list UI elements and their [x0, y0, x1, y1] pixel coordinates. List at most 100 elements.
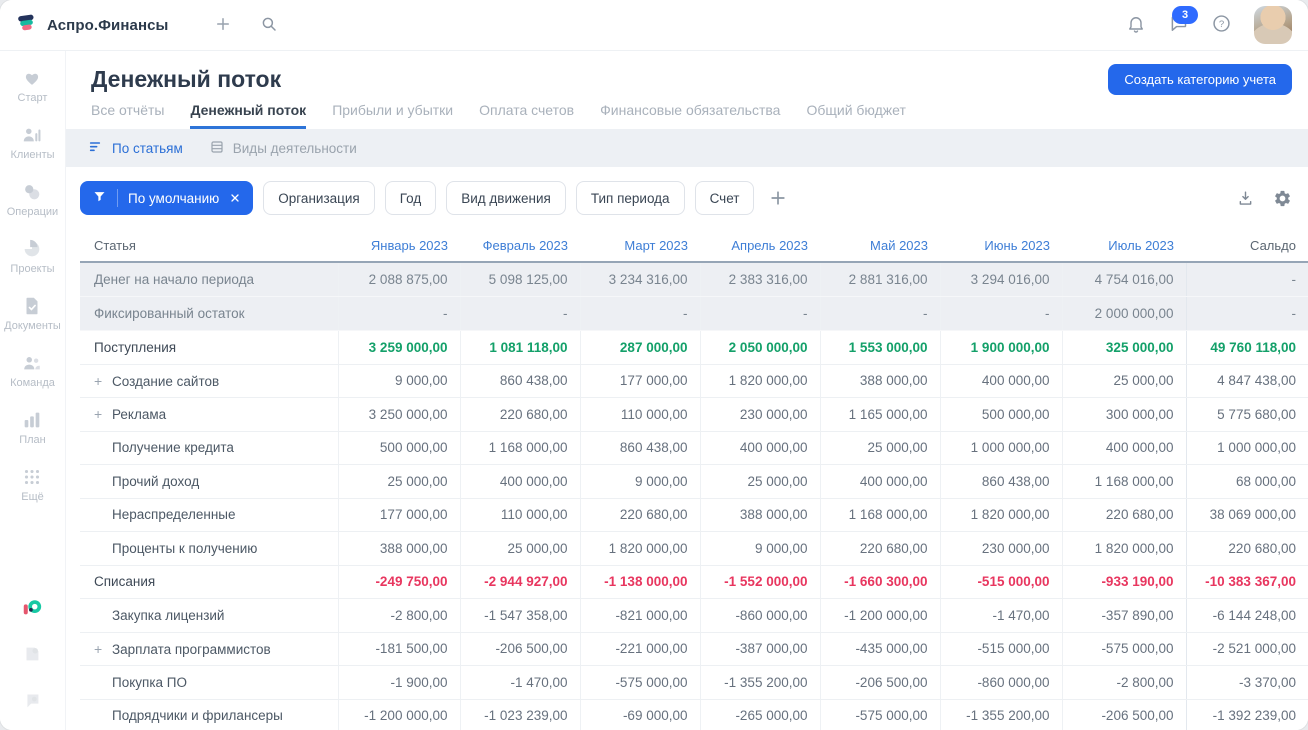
- column-header-month[interactable]: Январь 2023: [338, 229, 460, 263]
- cell-value: -2 800,00: [1061, 665, 1186, 700]
- sidebar-item-documents[interactable]: Документы: [4, 295, 61, 332]
- cell-value: 1 553 000,00: [819, 330, 940, 365]
- app-grayscale-icon-2[interactable]: [21, 689, 45, 713]
- add-button[interactable]: [214, 15, 232, 36]
- notifications-button[interactable]: [1126, 14, 1146, 37]
- create-category-button[interactable]: Создать категорию учета: [1108, 64, 1292, 95]
- cell-value: -357 890,00: [1061, 598, 1186, 633]
- cell-value: -1 355 200,00: [939, 699, 1062, 730]
- preset-divider: [117, 189, 118, 207]
- cell-value: -387 000,00: [699, 632, 820, 666]
- download-icon[interactable]: [1236, 189, 1255, 208]
- cell-value: -69 000,00: [579, 699, 700, 730]
- row-label[interactable]: + Создание сайтов: [80, 364, 338, 398]
- cell-value: 9 000,00: [699, 531, 820, 566]
- app-grayscale-icon-1[interactable]: [21, 643, 45, 667]
- cell-value: 400 000,00: [939, 364, 1062, 398]
- tab-2[interactable]: Прибыли и убытки: [332, 102, 453, 129]
- cell-value: 287 000,00: [579, 330, 700, 365]
- subtab-1[interactable]: Виды деятельности: [209, 139, 357, 158]
- cell-value: -265 000,00: [699, 699, 820, 730]
- sidebar-item-label: Старт: [17, 92, 48, 104]
- filter-chip-3[interactable]: Тип периода: [575, 181, 685, 215]
- row-label[interactable]: + Реклама: [80, 397, 338, 432]
- cell-value: 9 000,00: [337, 364, 460, 398]
- gear-icon[interactable]: [1273, 189, 1292, 208]
- sidebar-item-projects[interactable]: Проекты: [4, 238, 61, 275]
- cell-value: 25 000,00: [699, 464, 820, 499]
- table-row: + Зарплата программистов -181 500,00 -206 5…: [80, 632, 1308, 666]
- sidebar-item-operations[interactable]: Операции: [4, 181, 61, 218]
- column-header-month[interactable]: Май 2023: [820, 229, 940, 263]
- user-avatar[interactable]: [1254, 6, 1292, 44]
- add-filter-icon[interactable]: [768, 188, 788, 208]
- column-header-month[interactable]: Февраль 2023: [460, 229, 580, 263]
- cell-value: -435 000,00: [819, 632, 940, 666]
- cell-value: 860 438,00: [459, 364, 580, 398]
- cell-value: 110 000,00: [579, 397, 700, 432]
- cell-value: -515 000,00: [939, 565, 1062, 599]
- cell-value: 220 680,00: [579, 498, 700, 532]
- row-label: Поступления: [80, 330, 338, 365]
- filter-chip-2[interactable]: Вид движения: [446, 181, 566, 215]
- funnel-icon: [92, 189, 107, 207]
- close-icon[interactable]: [229, 192, 241, 204]
- filter-chip-4[interactable]: Счет: [694, 181, 755, 215]
- tab-0[interactable]: Все отчёты: [91, 102, 164, 129]
- cell-value: 1 165 000,00: [819, 397, 940, 432]
- sidebar-item-start[interactable]: Старт: [4, 67, 61, 104]
- filter-chip-1[interactable]: Год: [384, 181, 437, 215]
- row-label: Списания: [80, 565, 338, 599]
- cell-saldo: 38 069 000,00: [1185, 498, 1308, 532]
- tab-5[interactable]: Общий бюджет: [806, 102, 905, 129]
- sidebar-item-clients[interactable]: Клиенты: [4, 124, 61, 161]
- row-label-text: Списания: [94, 574, 156, 590]
- chat-badge: 3: [1172, 6, 1198, 24]
- cell-value: -1 200 000,00: [819, 598, 940, 633]
- expand-icon[interactable]: +: [94, 373, 112, 389]
- sidebar-item-more[interactable]: Ещё: [4, 466, 61, 503]
- table-row: Получение кредита 500 000,00 1 168 000,00 8…: [80, 431, 1308, 465]
- search-button[interactable]: [260, 15, 278, 36]
- sidebar-item-plan[interactable]: План: [4, 409, 61, 446]
- subtab-0[interactable]: По статьям: [88, 139, 183, 158]
- cell-value: -1 355 200,00: [699, 665, 820, 700]
- sidebar-item-team[interactable]: Команда: [4, 352, 61, 389]
- expand-icon[interactable]: +: [94, 406, 112, 422]
- brand-name: Аспро.Финансы: [47, 16, 169, 34]
- cell-value: 1 820 000,00: [699, 364, 820, 398]
- column-header-month[interactable]: Июль 2023: [1062, 229, 1186, 263]
- expand-icon[interactable]: +: [94, 641, 112, 657]
- plan-icon: [21, 409, 43, 431]
- row-label-text: Получение кредита: [112, 440, 234, 456]
- cell-value: -575 000,00: [579, 665, 700, 700]
- search-icon: [260, 15, 278, 36]
- cell-value: 220 680,00: [819, 531, 940, 566]
- table-row: Прочий доход 25 000,00 400 000,00 9 000,00 2…: [80, 464, 1308, 499]
- bell-icon: [1126, 14, 1146, 37]
- chat-button[interactable]: 3: [1168, 6, 1198, 37]
- filter-chip-0[interactable]: Организация: [263, 181, 375, 215]
- cell-value: 3 234 316,00: [579, 262, 700, 297]
- column-header-month[interactable]: Апрель 2023: [700, 229, 820, 263]
- column-header-month[interactable]: Июнь 2023: [940, 229, 1062, 263]
- aspro-apps-icon[interactable]: [21, 597, 45, 621]
- cell-value: 25 000,00: [1061, 364, 1186, 398]
- column-header-month[interactable]: Март 2023: [580, 229, 700, 263]
- cell-value: -933 190,00: [1061, 565, 1186, 599]
- row-label[interactable]: + Зарплата программистов: [80, 632, 338, 666]
- tab-4[interactable]: Финансовые обязательства: [600, 102, 780, 129]
- filter-preset-button[interactable]: По умолчанию: [80, 181, 254, 215]
- table-row: Списания -249 750,00 -2 944 927,00 -1 138 0…: [80, 565, 1308, 599]
- row-label-text: Зарплата программистов: [112, 641, 271, 657]
- help-button[interactable]: ?: [1211, 13, 1232, 37]
- cell-value: 1 820 000,00: [1061, 531, 1186, 566]
- tab-1[interactable]: Денежный поток: [190, 102, 307, 129]
- row-label-text: Реклама: [112, 407, 167, 423]
- cell-value: 2 050 000,00: [699, 330, 820, 365]
- tab-3[interactable]: Оплата счетов: [479, 102, 574, 129]
- sort-lines-icon: [88, 139, 104, 158]
- table-row: Поступления 3 259 000,00 1 081 118,00 287 0…: [80, 330, 1308, 365]
- row-label: Покупка ПО: [80, 665, 338, 700]
- cell-value: 4 754 016,00: [1061, 262, 1186, 297]
